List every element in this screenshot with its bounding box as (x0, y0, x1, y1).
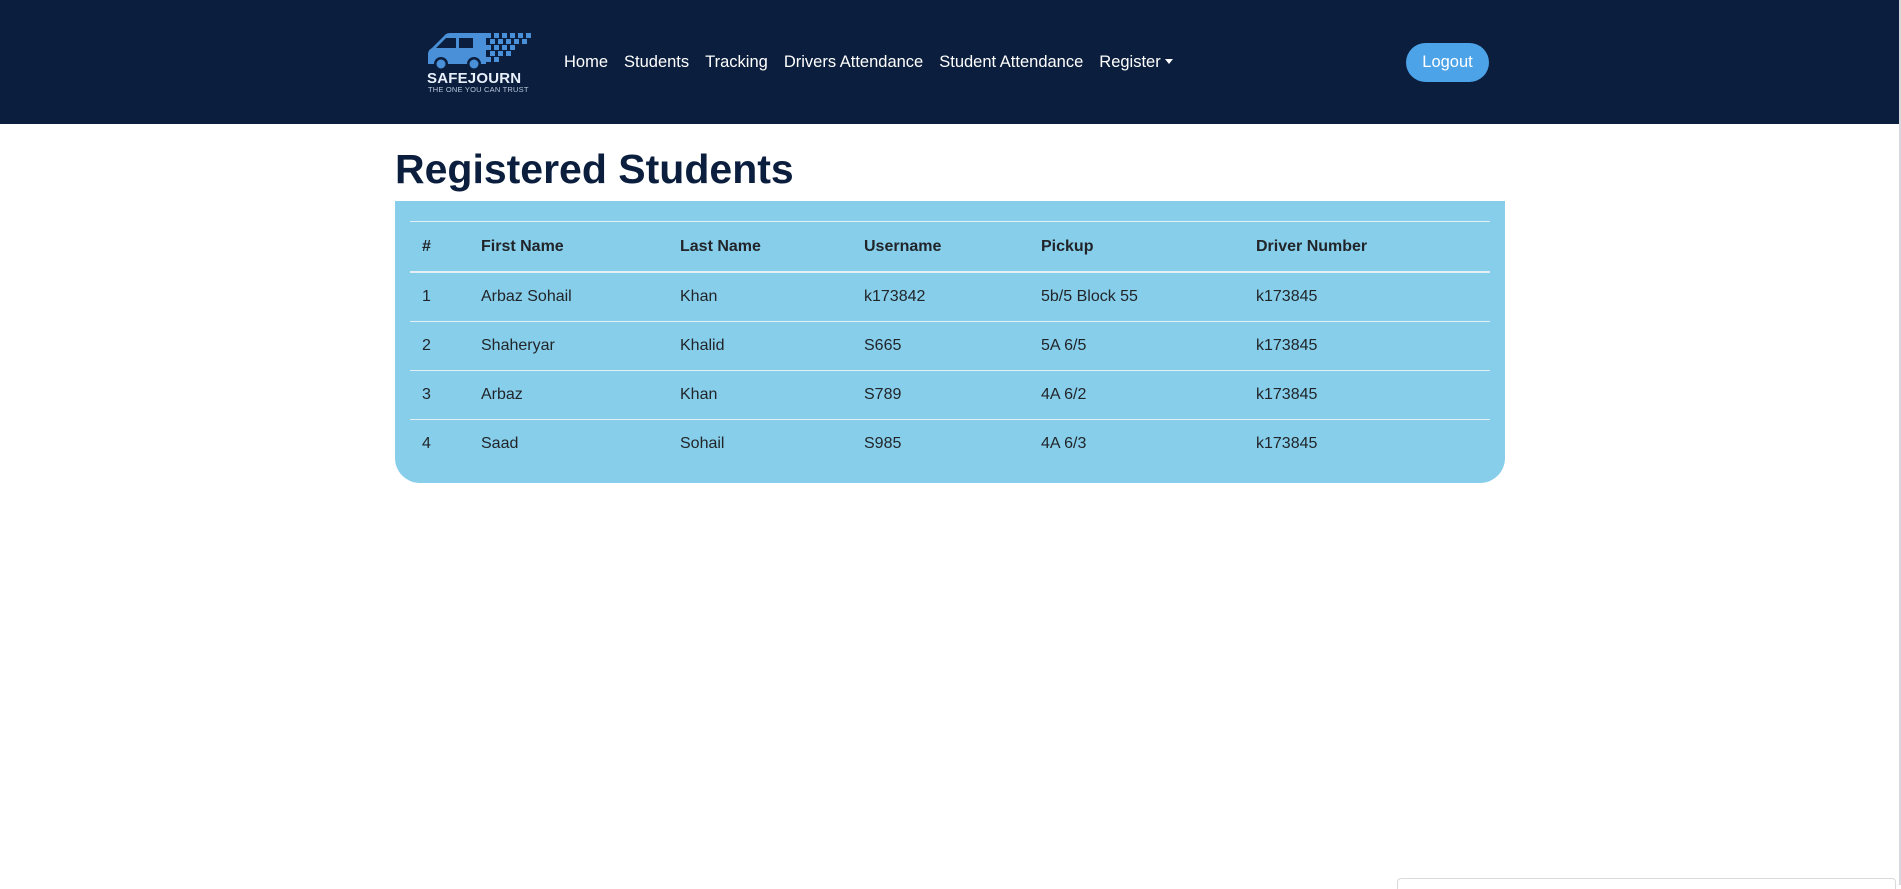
cell-last-name: Khalid (668, 321, 852, 371)
nav-link-tracking[interactable]: Tracking (705, 53, 768, 72)
cell-pickup: 4A 6/3 (1029, 419, 1244, 468)
cell-number: 1 (422, 288, 431, 305)
table-row: 1 Arbaz Sohail Khan k173842 5b/5 Block 5… (410, 272, 1490, 322)
nav-link-students[interactable]: Students (624, 53, 689, 72)
column-header-pickup: Pickup (1029, 221, 1244, 273)
cell-number: 4 (410, 419, 469, 468)
table-header-row: # First Name Last Name Username Pickup D… (410, 221, 1490, 273)
cell-number: 3 (410, 370, 469, 420)
cell-driver-number: k173845 (1244, 419, 1490, 468)
brand-logo[interactable]: SAFEJOURN THE ONE YOU CAN TRUST (424, 30, 534, 96)
cell-last-name: Khan (680, 288, 718, 305)
nav-link-home[interactable]: Home (564, 53, 608, 72)
cell-driver-number: k173845 (1244, 321, 1490, 371)
column-header-last-name: Last Name (668, 221, 852, 273)
bottom-right-panel-edge (1397, 878, 1896, 889)
top-navbar: SAFEJOURN THE ONE YOU CAN TRUST Home Stu… (0, 0, 1901, 124)
cell-pickup: 4A 6/2 (1029, 370, 1244, 420)
page-title: Registered Students (395, 146, 794, 192)
cell-driver-number: k173845 (1244, 370, 1490, 420)
nav-link-student-attendance[interactable]: Student Attendance (939, 53, 1083, 72)
cell-pickup: 5A 6/5 (1029, 321, 1244, 371)
cell-username: S985 (852, 419, 1029, 468)
cell-username: S665 (852, 321, 1029, 371)
column-header-number: # (410, 221, 469, 273)
cell-pickup: 5b/5 Block 55 (1041, 288, 1138, 305)
table-row: 3 Arbaz Khan S789 4A 6/2 k173845 (410, 370, 1490, 420)
cell-username: S789 (852, 370, 1029, 420)
cell-first-name: Arbaz (469, 370, 668, 420)
column-header-driver-number: Driver Number (1244, 221, 1490, 273)
logout-button[interactable]: Logout (1406, 43, 1489, 82)
brand-tagline: THE ONE YOU CAN TRUST (428, 85, 529, 94)
cell-username: k173842 (864, 288, 926, 305)
students-table-card: # First Name Last Name Username Pickup D… (395, 201, 1505, 483)
cell-number: 2 (410, 321, 469, 371)
cell-first-name: Saad (469, 419, 668, 468)
van-icon (428, 33, 531, 71)
students-table: # First Name Last Name Username Pickup D… (410, 221, 1490, 468)
table-row: 2 Shaheryar Khalid S665 5A 6/5 k173845 (410, 321, 1490, 371)
main-nav: Home Students Tracking Drivers Attendanc… (564, 0, 1189, 124)
cell-driver-number: k173845 (1256, 288, 1318, 305)
cell-last-name: Khan (668, 370, 852, 420)
cell-first-name: Arbaz Sohail (481, 288, 572, 305)
table-row: 4 Saad Sohail S985 4A 6/3 k173845 (410, 419, 1490, 468)
nav-link-drivers-attendance[interactable]: Drivers Attendance (784, 53, 923, 72)
nav-dropdown-register[interactable]: Register (1099, 53, 1172, 72)
column-header-first-name: First Name (469, 221, 668, 273)
column-header-username: Username (852, 221, 1029, 273)
cell-first-name: Shaheryar (469, 321, 668, 371)
cell-last-name: Sohail (668, 419, 852, 468)
